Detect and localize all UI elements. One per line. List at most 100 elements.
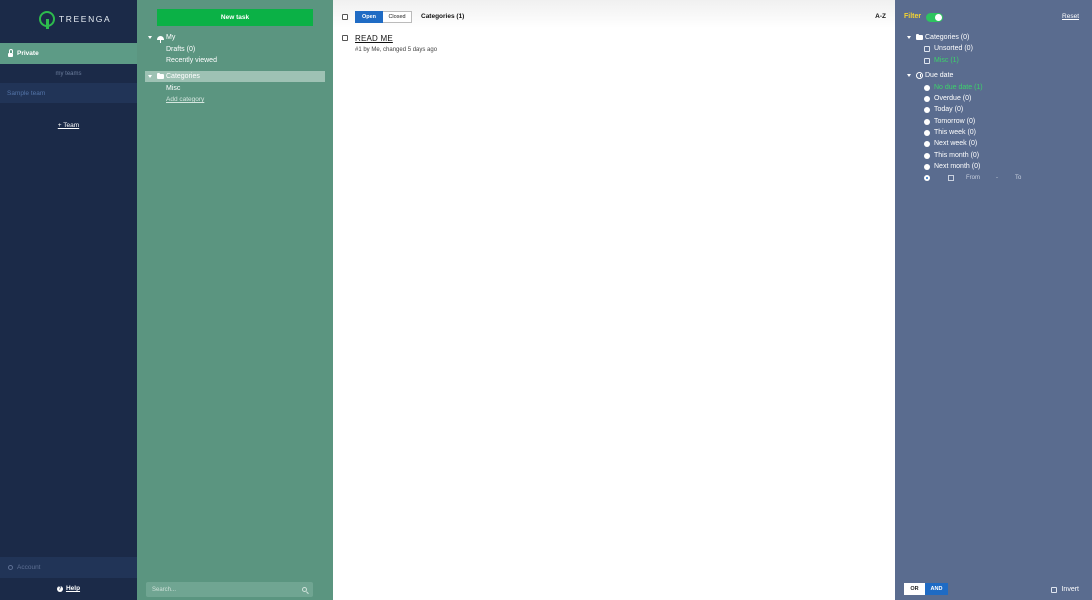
invert-label: Invert (1061, 586, 1079, 593)
due-option-label: No due date (1) (934, 84, 983, 91)
task-checkbox[interactable] (342, 35, 348, 41)
logo[interactable]: TREENGA (39, 11, 111, 29)
sort-button[interactable]: A-Z (875, 13, 886, 20)
due-option-label: Overdue (0) (934, 95, 972, 102)
treenga-logo-icon (39, 11, 55, 29)
radio-button[interactable] (924, 175, 930, 181)
invert-checkbox[interactable] (1051, 586, 1058, 593)
account-button[interactable]: Account (0, 557, 137, 578)
range-separator: - (996, 175, 998, 181)
tree-item-recently-viewed[interactable]: Recently viewed (166, 57, 217, 64)
question-icon: ? (56, 585, 63, 592)
or-button[interactable]: OR (904, 583, 925, 595)
add-category-link[interactable]: Add category (166, 96, 204, 103)
invert-option[interactable]: Invert (1051, 586, 1079, 593)
tree-item-label: Recently viewed (166, 57, 217, 64)
date-to-input[interactable]: To (1015, 175, 1021, 181)
navigation-tree: New task My Drafts (0) Recently viewed C… (137, 0, 333, 600)
task-title-link[interactable]: READ ME (355, 34, 393, 43)
tree-item-categories[interactable]: Categories (148, 72, 200, 80)
due-option[interactable]: No due date (1) (924, 84, 983, 91)
my-teams-heading: my teams (55, 71, 82, 77)
tree-item-label: Misc (166, 85, 181, 92)
task-list: Open Closed Categories (1) A-Z READ ME #… (333, 0, 895, 600)
or-and-toggle: OR AND (904, 583, 948, 595)
due-option[interactable]: Tomorrow (0) (924, 118, 975, 125)
task-meta: #1 by Me, changed 5 days ago (355, 47, 438, 53)
radio-button[interactable] (924, 95, 930, 102)
radio-button[interactable] (924, 163, 930, 170)
new-task-button[interactable]: New task (157, 9, 313, 26)
categories-filter-label[interactable]: Categories (1) (421, 13, 464, 20)
sidebar-item-private[interactable]: Private (0, 43, 137, 64)
filter-title: Filter (904, 13, 922, 20)
clock-icon (916, 72, 923, 79)
tree-item-label: Drafts (0) (166, 46, 196, 53)
radio-button[interactable] (924, 129, 930, 136)
tree-item-misc[interactable]: Misc (166, 85, 180, 92)
gear-icon (8, 565, 13, 570)
due-option[interactable]: Overdue (0) (924, 95, 971, 102)
sidebar-item-sample-team[interactable]: Sample team (0, 83, 137, 103)
radio-button[interactable] (924, 84, 930, 91)
sidebar-item-label: Private (17, 50, 39, 57)
due-option-label: This week (0) (934, 129, 977, 136)
help-link[interactable]: ? Help (0, 585, 137, 592)
filter-group-categories[interactable]: Categories (0) (907, 33, 970, 41)
caret-down-icon[interactable] (907, 36, 911, 39)
caret-down-icon[interactable] (148, 75, 152, 78)
sidebar: TREENGA Private my teams Sample team + T… (0, 0, 137, 600)
task-toolbar (333, 0, 895, 28)
due-option-label: Next month (0) (934, 163, 981, 170)
radio-button[interactable] (924, 118, 930, 125)
umbrella-icon (157, 35, 164, 43)
filter-group-label: Categories (0) (925, 34, 970, 41)
folder-icon (916, 33, 923, 40)
search-placeholder: Search... (152, 586, 177, 593)
filter-option-label: Misc (1) (934, 57, 959, 64)
due-option[interactable]: This month (0) (924, 152, 979, 159)
due-option[interactable]: Today (0) (924, 106, 963, 113)
search-icon[interactable] (302, 587, 307, 592)
radio-button[interactable] (924, 152, 930, 159)
filter-group-label: Due date (925, 72, 954, 79)
date-from-input[interactable]: From (966, 175, 980, 181)
tree-item-my[interactable]: My (148, 34, 176, 43)
due-option-label: Today (0) (934, 106, 964, 113)
closed-button[interactable]: Closed (383, 11, 412, 23)
filter-option-misc[interactable]: Misc (1) (924, 57, 959, 64)
checkbox[interactable] (924, 45, 930, 52)
tree-item-label: Categories (166, 73, 200, 80)
radio-button[interactable] (924, 106, 930, 113)
tree-item-drafts[interactable]: Drafts (0) (166, 46, 195, 53)
due-option-label: This month (0) (934, 152, 980, 159)
filter-option-label: Unsorted (0) (934, 45, 973, 52)
folder-icon (157, 72, 164, 79)
filter-option-unsorted[interactable]: Unsorted (0) (924, 45, 973, 52)
checkbox[interactable] (924, 57, 930, 64)
due-date-range: From - To (924, 175, 1021, 181)
search-input[interactable]: Search... (146, 582, 313, 597)
caret-down-icon[interactable] (907, 74, 911, 77)
tree-item-label: My (166, 34, 176, 41)
caret-down-icon[interactable] (148, 36, 152, 39)
calendar-icon[interactable] (948, 175, 954, 181)
radio-button[interactable] (924, 140, 930, 147)
filter-group-due-date[interactable]: Due date (907, 72, 953, 79)
reset-link[interactable]: Reset (1062, 13, 1079, 20)
select-all-checkbox[interactable] (342, 14, 348, 20)
help-label: Help (65, 585, 81, 592)
account-label: Account (17, 564, 41, 571)
due-option[interactable]: This week (0) (924, 129, 976, 136)
due-option-label: Next week (0) (934, 140, 978, 147)
and-button[interactable]: AND (925, 583, 948, 595)
lock-icon (8, 49, 13, 57)
open-button[interactable]: Open (355, 11, 383, 23)
due-option[interactable]: Next month (0) (924, 163, 980, 170)
filter-panel: Filter Reset Categories (0) Unsorted (0)… (895, 0, 1092, 600)
add-team-link[interactable]: + Team (0, 122, 137, 129)
due-option[interactable]: Next week (0) (924, 140, 977, 147)
filter-toggle[interactable] (926, 13, 943, 22)
sidebar-item-label: Sample team (7, 89, 46, 97)
open-closed-toggle: Open Closed (355, 11, 412, 23)
